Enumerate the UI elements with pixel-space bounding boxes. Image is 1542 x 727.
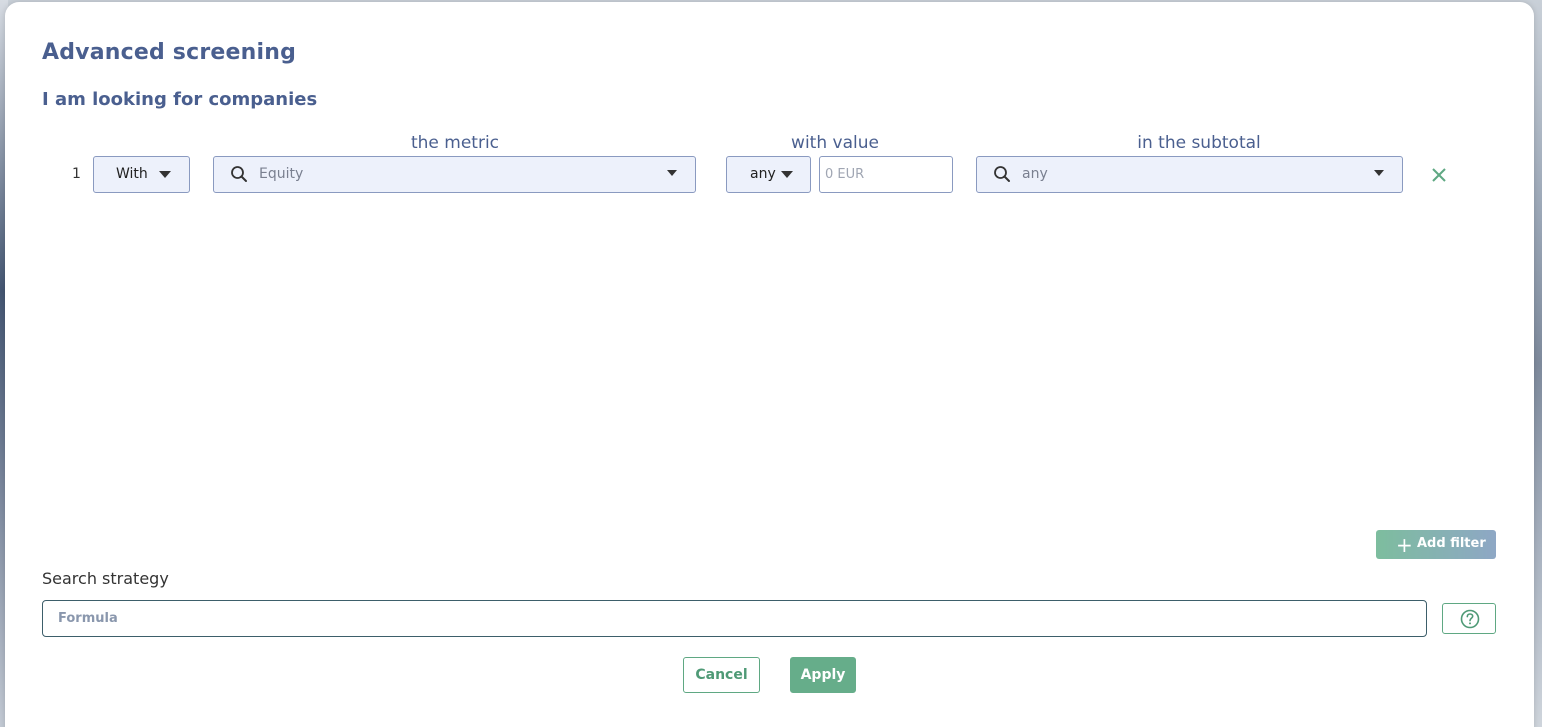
search-icon	[994, 166, 1010, 182]
formula-input[interactable]	[42, 600, 1427, 637]
help-circle-icon	[1460, 609, 1480, 629]
apply-button[interactable]: Apply	[790, 657, 856, 693]
chevron-down-icon	[667, 170, 677, 176]
condition-select-value: With	[116, 166, 148, 182]
chevron-down-icon	[159, 171, 171, 178]
chevron-down-icon	[781, 171, 793, 178]
column-label-metric: the metric	[410, 133, 500, 153]
subtotal-select-placeholder: any	[1022, 166, 1048, 182]
value-input[interactable]	[819, 156, 953, 193]
filter-row-index: 1	[72, 166, 81, 182]
plus-icon: +	[1396, 533, 1413, 557]
column-label-subtotal: in the subtotal	[1137, 133, 1261, 153]
operator-select-value: any	[750, 166, 776, 182]
subtotal-select[interactable]: any	[976, 156, 1403, 193]
chevron-down-icon	[1374, 170, 1384, 176]
add-filter-button[interactable]: + Add filter	[1376, 530, 1496, 559]
advanced-screening-modal: Advanced screening I am looking for comp…	[5, 2, 1534, 727]
cancel-button[interactable]: Cancel	[683, 657, 760, 693]
metric-select[interactable]: Equity	[213, 156, 696, 193]
add-filter-label: Add filter	[1417, 536, 1486, 551]
search-strategy-label: Search strategy	[42, 569, 169, 588]
modal-subtitle: I am looking for companies	[42, 89, 318, 110]
modal-title: Advanced screening	[42, 40, 297, 65]
column-label-value: with value	[791, 133, 879, 153]
condition-select[interactable]: With	[93, 156, 190, 193]
help-button[interactable]	[1442, 603, 1496, 634]
metric-select-placeholder: Equity	[259, 166, 304, 182]
search-icon	[231, 166, 247, 182]
close-icon[interactable]	[1430, 166, 1448, 184]
operator-select[interactable]: any	[726, 156, 811, 193]
